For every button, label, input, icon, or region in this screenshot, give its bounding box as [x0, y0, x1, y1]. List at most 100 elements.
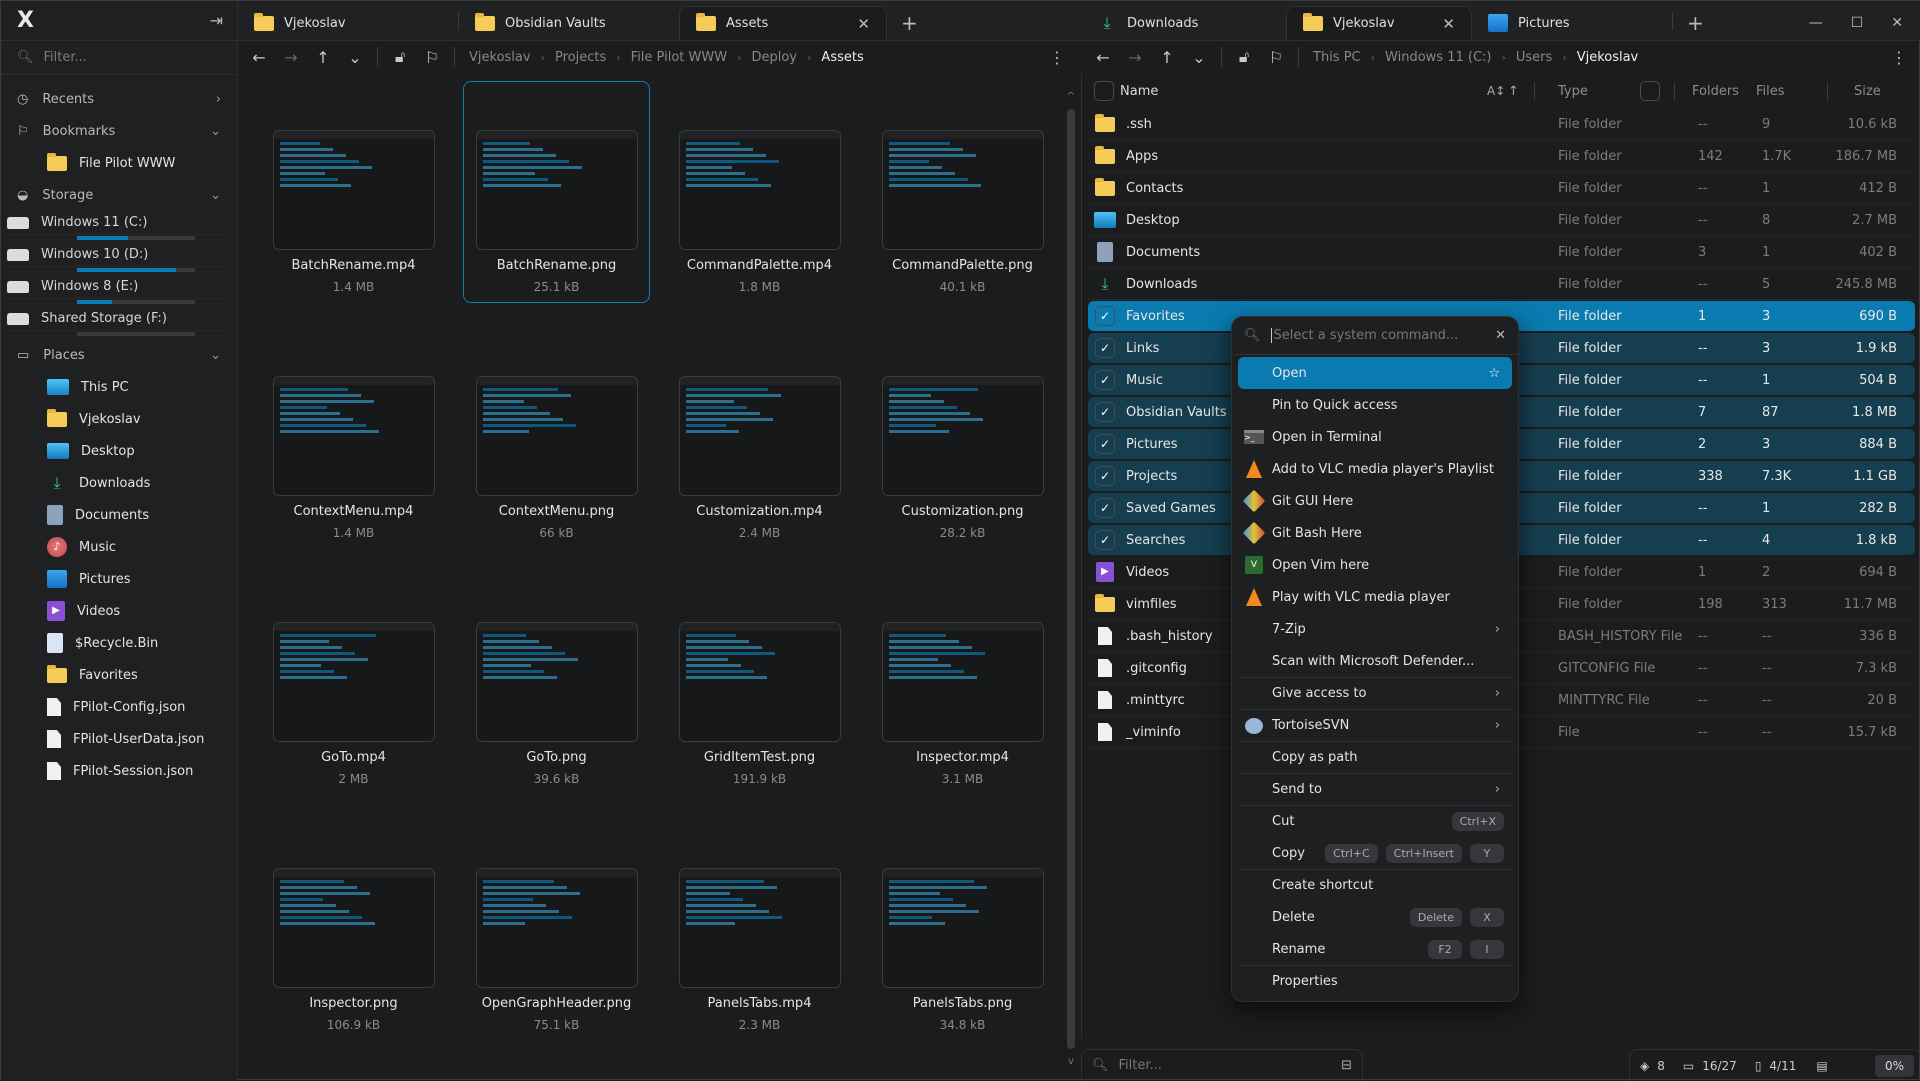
scrollbar-thumb[interactable] [1067, 109, 1075, 1049]
grid-item[interactable]: Inspector.mp4 3.1 MB [869, 573, 1056, 795]
close-window-button[interactable]: ✕ [1891, 15, 1903, 31]
collapse-sidebar-icon[interactable]: ⇥ [210, 11, 223, 30]
forward-arrow-icon[interactable]: → [275, 48, 307, 67]
sidebar-item-vjekoslav[interactable]: Vjekoslav [1, 403, 237, 435]
back-arrow-icon[interactable]: ← [243, 48, 275, 67]
menu-item-play-with-vlc-media-player[interactable]: Play with VLC media player [1238, 581, 1512, 613]
table-row[interactable]: Apps File folder 142 1.7K 186.7 MB [1088, 141, 1915, 172]
breadcrumb-item[interactable]: File Pilot WWW [631, 50, 727, 65]
close-tab-icon[interactable]: ✕ [857, 15, 870, 33]
checkbox-checked-icon[interactable]: ✓ [1095, 338, 1115, 358]
sidebar-filter[interactable]: 🔍︎ Filter... [1, 41, 237, 75]
column-files[interactable]: Files [1756, 84, 1785, 99]
breadcrumb-item[interactable]: Assets [821, 50, 863, 65]
table-row[interactable]: .ssh File folder -- 9 10.6 kB [1088, 109, 1915, 140]
menu-item-open[interactable]: Open ☆ [1238, 357, 1512, 389]
table-row[interactable]: Desktop File folder -- 8 2.7 MB [1088, 205, 1915, 236]
menu-item-pin-to-quick-access[interactable]: Pin to Quick access [1238, 389, 1512, 421]
grid-item[interactable]: CommandPalette.mp4 1.8 MB [666, 81, 853, 303]
tab-pictures[interactable]: Pictures [1472, 6, 1672, 40]
sidebar-drive-2[interactable]: Windows 8 (E:) [1, 275, 237, 307]
column-name[interactable]: Name [1120, 84, 1158, 99]
checkbox-checked-icon[interactable]: ✓ [1095, 498, 1115, 518]
up-arrow-icon[interactable]: ↑ [307, 48, 339, 67]
sidebar-section-bookmarks[interactable]: ⚐ Bookmarks ⌄ [1, 115, 237, 147]
filter-box[interactable]: 🔍︎ Filter... ⊟ [1081, 1049, 1363, 1081]
sidebar-section-recents[interactable]: ◷ Recents › [1, 83, 237, 115]
sidebar-drive-1[interactable]: Windows 10 (D:) [1, 243, 237, 275]
sidebar-item-music[interactable]: ♪ Music [1, 531, 237, 563]
menu-item-open-vim-here[interactable]: V Open Vim here [1238, 549, 1512, 581]
menu-item-scan-with-microsoft-defender[interactable]: Scan with Microsoft Defender... [1238, 645, 1512, 677]
column-folders[interactable]: Folders [1692, 84, 1739, 99]
menu-item-7-zip[interactable]: 7-Zip › [1238, 613, 1512, 645]
breadcrumb-item[interactable]: Windows 11 (C:) [1385, 50, 1491, 65]
scroll-up-icon[interactable]: ^ [1065, 91, 1077, 102]
grid-item[interactable]: ContextMenu.png 66 kB [463, 327, 650, 549]
breadcrumb-item[interactable]: This PC [1313, 50, 1361, 65]
sidebar-item-this-pc[interactable]: This PC [1, 371, 237, 403]
sidebar-section-places[interactable]: ▭ Places ⌄ [1, 339, 237, 371]
tab-downloads[interactable]: ⤓ Downloads [1081, 6, 1286, 40]
sidebar-drive-0[interactable]: Windows 11 (C:) [1, 211, 237, 243]
sidebar-item-fpilot-config-json[interactable]: FPilot-Config.json [1, 691, 237, 723]
select-all-checkbox[interactable] [1094, 81, 1114, 101]
bookmark-icon[interactable]: ⚐ [416, 48, 448, 67]
sidebar-item-videos[interactable]: ▶ Videos [1, 595, 237, 627]
breadcrumb-item[interactable]: Vjekoslav [1577, 50, 1639, 65]
tab-vjekoslav[interactable]: Vjekoslav [238, 6, 458, 40]
grid-item[interactable]: GoTo.mp4 2 MB [260, 573, 447, 795]
grid-item[interactable]: PanelsTabs.png 34.8 kB [869, 819, 1056, 1041]
forward-arrow-icon[interactable]: → [1119, 48, 1151, 67]
close-icon[interactable]: ✕ [1495, 328, 1506, 343]
grid-item[interactable]: Customization.mp4 2.4 MB [666, 327, 853, 549]
sidebar-item-fpilot-userdata-json[interactable]: FPilot-UserData.json [1, 723, 237, 755]
grid-item[interactable]: PanelsTabs.mp4 2.3 MB [666, 819, 853, 1041]
sidebar-item-documents[interactable]: Documents [1, 499, 237, 531]
menu-item-send-to[interactable]: Send to › [1238, 773, 1512, 805]
checkbox-checked-icon[interactable]: ✓ [1095, 434, 1115, 454]
more-options-icon[interactable]: ⋮ [1049, 48, 1065, 67]
tree-view-icon[interactable]: ⊟ [1341, 1058, 1352, 1073]
sidebar-item--recycle-bin[interactable]: $Recycle.Bin [1, 627, 237, 659]
sidebar-item-fpilot-session-json[interactable]: FPilot-Session.json [1, 755, 237, 787]
unlock-icon[interactable]: 🔓︎ [384, 47, 416, 67]
unlock-icon[interactable]: 🔓︎ [1228, 47, 1260, 67]
checkbox-checked-icon[interactable]: ✓ [1095, 306, 1115, 326]
menu-item-open-in-terminal[interactable]: >_ Open in Terminal [1238, 421, 1512, 453]
maximize-button[interactable]: ☐ [1851, 15, 1864, 31]
minimize-button[interactable]: — [1809, 15, 1823, 31]
column-toggle-checkbox[interactable] [1640, 81, 1660, 101]
breadcrumb-item[interactable]: Projects [555, 50, 606, 65]
close-tab-icon[interactable]: ✕ [1442, 15, 1455, 33]
menu-item-create-shortcut[interactable]: Create shortcut [1238, 869, 1512, 901]
menu-item-cut[interactable]: Cut Ctrl+X [1238, 805, 1512, 837]
grid-item[interactable]: GridItemTest.png 191.9 kB [666, 573, 853, 795]
column-size[interactable]: Size [1854, 84, 1881, 99]
new-tab-button[interactable]: + [1673, 6, 1718, 40]
grid-item[interactable]: Customization.png 28.2 kB [869, 327, 1056, 549]
tab-obsidian-vaults[interactable]: Obsidian Vaults [459, 6, 679, 40]
left-pane-scrollbar[interactable]: ^ v [1065, 91, 1077, 1067]
breadcrumb-item[interactable]: Deploy [751, 50, 797, 65]
checkbox-checked-icon[interactable]: ✓ [1095, 370, 1115, 390]
grid-item[interactable]: CommandPalette.png 40.1 kB [869, 81, 1056, 303]
sidebar-item-downloads[interactable]: ⤓ Downloads [1, 467, 237, 499]
more-options-icon[interactable]: ⋮ [1891, 48, 1907, 67]
grid-item[interactable]: BatchRename.png 25.1 kB [463, 81, 650, 303]
breadcrumb-item[interactable]: Users [1516, 50, 1552, 65]
menu-item-delete[interactable]: Delete Delete X [1238, 901, 1512, 933]
menu-item-add-to-vlc-media-player-s-playlist[interactable]: Add to VLC media player's Playlist [1238, 453, 1512, 485]
sidebar-drive-3[interactable]: Shared Storage (F:) [1, 307, 237, 339]
star-icon[interactable]: ☆ [1488, 366, 1500, 381]
menu-item-properties[interactable]: Properties [1238, 965, 1512, 997]
grid-item[interactable]: BatchRename.mp4 1.4 MB [260, 81, 447, 303]
sidebar-item-favorites[interactable]: Favorites [1, 659, 237, 691]
filter-input[interactable]: Filter... [1119, 1058, 1162, 1073]
sidebar-item-file-pilot-www[interactable]: File Pilot WWW [1, 147, 237, 179]
menu-item-copy-as-path[interactable]: Copy as path [1238, 741, 1512, 773]
sort-az-icon[interactable]: A↕ [1487, 84, 1505, 98]
menu-item-copy[interactable]: Copy Ctrl+C Ctrl+Insert Y [1238, 837, 1512, 869]
checkbox-checked-icon[interactable]: ✓ [1095, 466, 1115, 486]
scroll-down-icon[interactable]: v [1065, 1056, 1077, 1067]
